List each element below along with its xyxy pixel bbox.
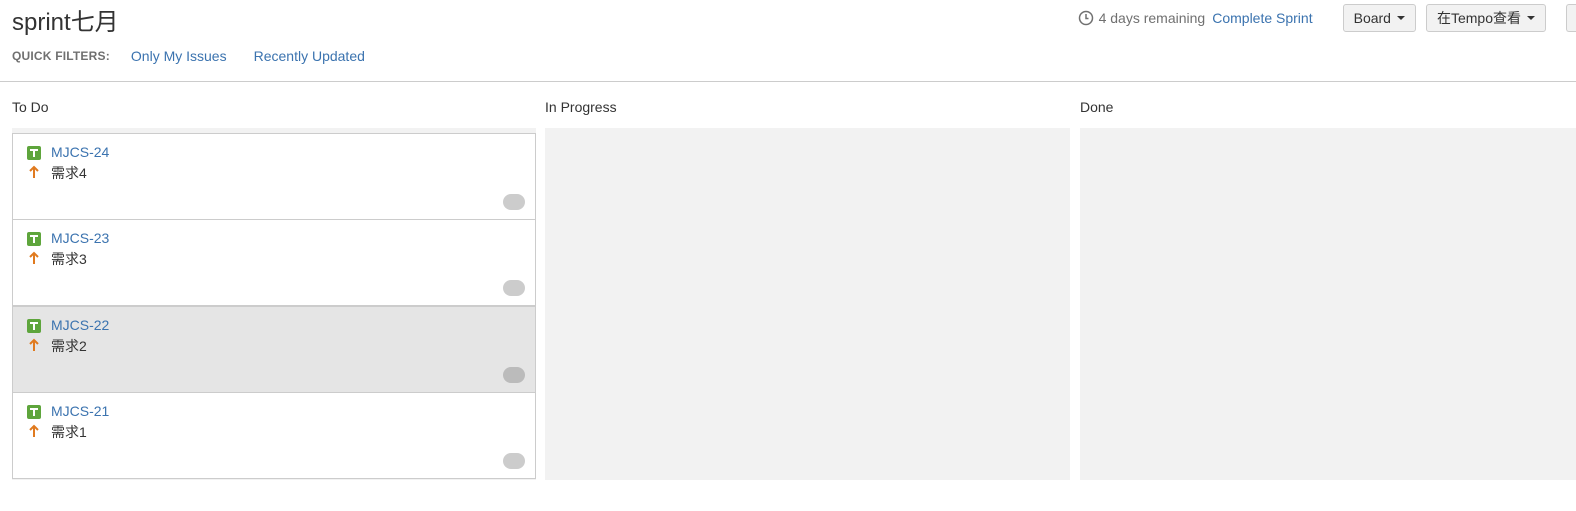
tempo-dropdown-button[interactable]: 在Tempo查看 (1425, 4, 1546, 32)
quick-filter-recently-updated[interactable]: Recently Updated (254, 48, 365, 64)
chevron-down-icon (1396, 16, 1405, 20)
issue-key[interactable]: MJCS-22 (51, 317, 109, 333)
column-header-in-progress: In Progress (545, 99, 617, 115)
issue-key[interactable]: MJCS-24 (51, 144, 109, 160)
overflow-button[interactable] (1566, 4, 1576, 32)
assignee-avatar[interactable] (503, 453, 525, 469)
story-icon (27, 405, 41, 419)
sprint-title: sprint七月 (12, 9, 119, 36)
quick-filters: QUICK FILTERS: Only My Issues Recently U… (12, 48, 392, 64)
issue-key[interactable]: MJCS-23 (51, 230, 109, 246)
priority-major-icon (27, 337, 41, 353)
column-done[interactable] (1080, 128, 1576, 480)
priority-major-icon (27, 423, 41, 439)
column-in-progress[interactable] (545, 128, 1070, 480)
issue-card[interactable]: MJCS-24 需求4 (12, 133, 536, 220)
assignee-avatar[interactable] (503, 280, 525, 296)
days-remaining: 4 days remaining (1098, 10, 1206, 26)
column-header-to-do: To Do (12, 99, 49, 115)
clock-icon (1078, 10, 1094, 26)
assignee-avatar[interactable] (503, 367, 525, 383)
assignee-avatar[interactable] (503, 194, 525, 210)
issue-summary: 需求3 (51, 251, 87, 267)
board-header: sprint七月 QUICK FILTERS: Only My Issues R… (0, 0, 1576, 82)
priority-major-icon (27, 250, 41, 266)
quick-filter-only-my-issues[interactable]: Only My Issues (131, 48, 227, 64)
column-header-done: Done (1080, 99, 1114, 115)
complete-sprint-link[interactable]: Complete Sprint (1212, 10, 1312, 26)
priority-major-icon (27, 164, 41, 180)
story-icon (27, 146, 41, 160)
story-icon (27, 232, 41, 246)
chevron-down-icon (1527, 16, 1535, 20)
issue-summary: 需求2 (51, 338, 87, 354)
story-icon (27, 319, 41, 333)
issue-card[interactable]: MJCS-21 需求1 (12, 392, 536, 479)
board-button-label: Board (1353, 10, 1391, 26)
quick-filters-label: QUICK FILTERS: (12, 49, 110, 63)
issue-card-selected[interactable]: MJCS-22 需求2 (12, 306, 536, 393)
issue-summary: 需求4 (51, 165, 87, 181)
tempo-button-label: 在Tempo查看 (1436, 10, 1521, 26)
issue-summary: 需求1 (51, 424, 87, 440)
board-dropdown-button[interactable]: Board (1342, 4, 1416, 32)
issue-card[interactable]: MJCS-23 需求3 (12, 219, 536, 306)
issue-key[interactable]: MJCS-21 (51, 403, 109, 419)
sprint-actions: 4 days remaining Complete Sprint Board 在… (1078, 4, 1576, 32)
